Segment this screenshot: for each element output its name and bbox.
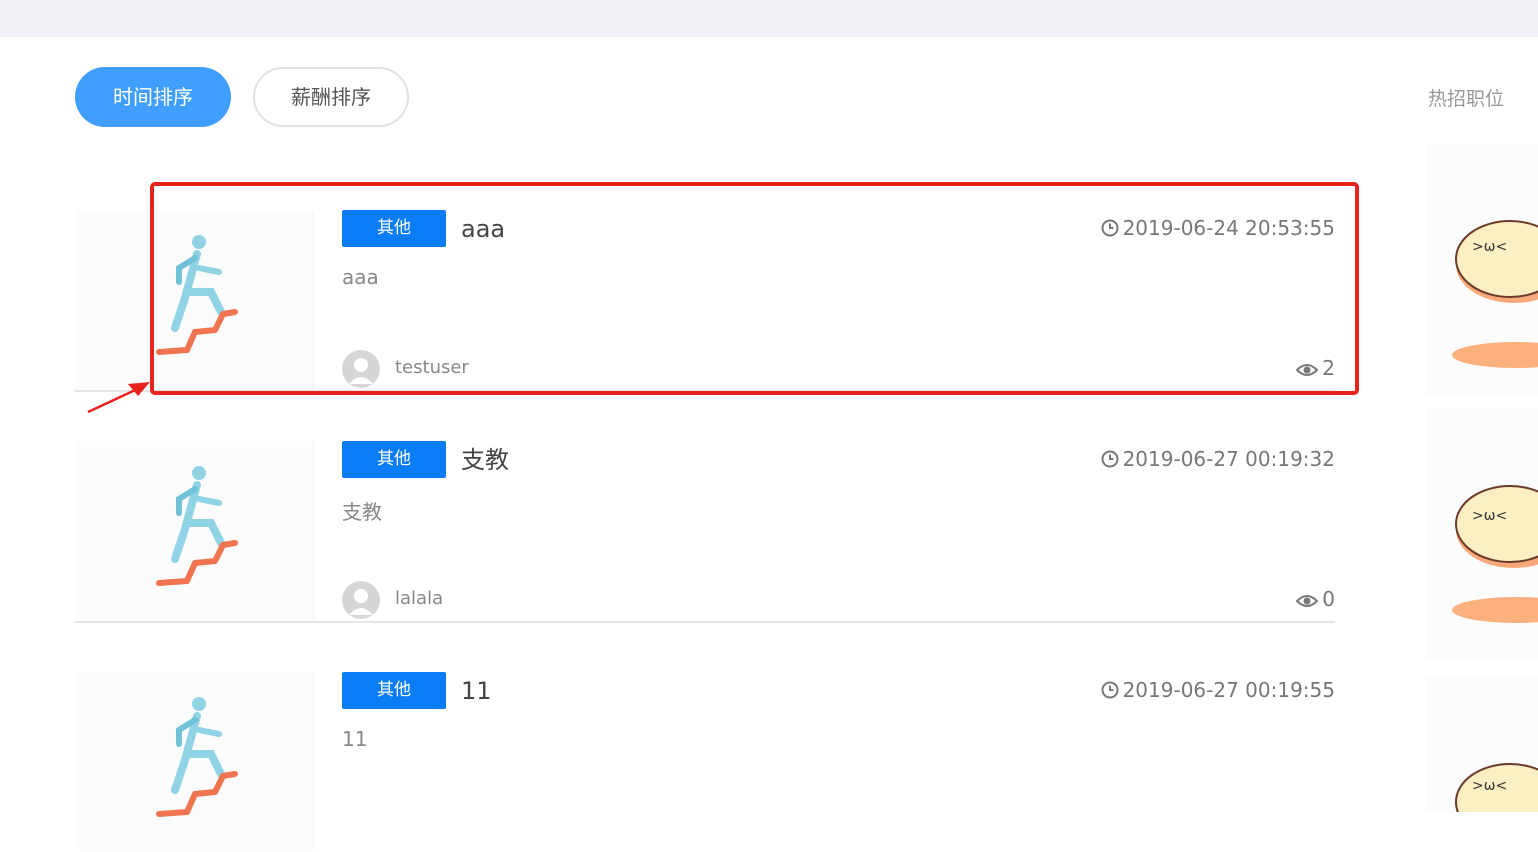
- hot-job-card[interactable]: >ω<: [1426, 408, 1538, 660]
- annotation-arrow: [87, 382, 150, 414]
- job-description: 11: [342, 727, 368, 751]
- post-time: 2019-06-27 00:19:55: [1101, 678, 1335, 702]
- sort-by-salary-button[interactable]: 薪酬排序: [253, 67, 409, 127]
- job-thumbnail: [75, 441, 313, 619]
- job-title[interactable]: 支教: [461, 441, 509, 479]
- view-count-text: 0: [1322, 587, 1335, 611]
- hot-job-card[interactable]: >ω<: [1426, 676, 1538, 812]
- job-card[interactable]: 其他 11 2019-06-27 00:19:55 11: [75, 642, 1335, 852]
- category-tag: 其他: [342, 672, 446, 709]
- job-card[interactable]: 其他 支教 2019-06-27 00:19:32 支教 lalala 0: [75, 411, 1335, 623]
- avatar[interactable]: [342, 581, 380, 619]
- highlight-annotation-box: [150, 182, 1359, 395]
- post-time-text: 2019-06-27 00:19:32: [1122, 447, 1335, 471]
- runner-stairs-icon: [156, 697, 238, 817]
- post-time: 2019-06-27 00:19:32: [1101, 447, 1335, 471]
- eye-icon: [1295, 595, 1319, 607]
- category-tag: 其他: [342, 441, 446, 478]
- clock-icon: [1101, 681, 1119, 699]
- separator: [313, 672, 314, 850]
- hot-jobs-title: 热招职位: [1428, 88, 1505, 110]
- mascot-face: >ω<: [1472, 508, 1507, 524]
- mascot-face: >ω<: [1472, 778, 1507, 794]
- view-count: 0: [1295, 587, 1335, 611]
- runner-stairs-icon: [156, 466, 238, 586]
- top-bar: [0, 0, 1538, 37]
- job-thumbnail: [75, 672, 313, 850]
- hot-job-card[interactable]: >ω<: [1426, 143, 1538, 395]
- job-description: 支教: [342, 500, 382, 524]
- divider: [75, 621, 1335, 623]
- mascot-image: >ω<: [1452, 220, 1538, 368]
- job-title[interactable]: 11: [461, 672, 492, 710]
- mascot-image: >ω<: [1452, 485, 1538, 623]
- username[interactable]: lalala: [395, 588, 443, 609]
- separator: [313, 441, 314, 619]
- user-avatar-icon: [349, 589, 373, 615]
- mascot-image: >ω<: [1455, 763, 1538, 812]
- post-time-text: 2019-06-27 00:19:55: [1122, 678, 1335, 702]
- clock-icon: [1101, 450, 1119, 468]
- mascot-face: >ω<: [1472, 239, 1507, 255]
